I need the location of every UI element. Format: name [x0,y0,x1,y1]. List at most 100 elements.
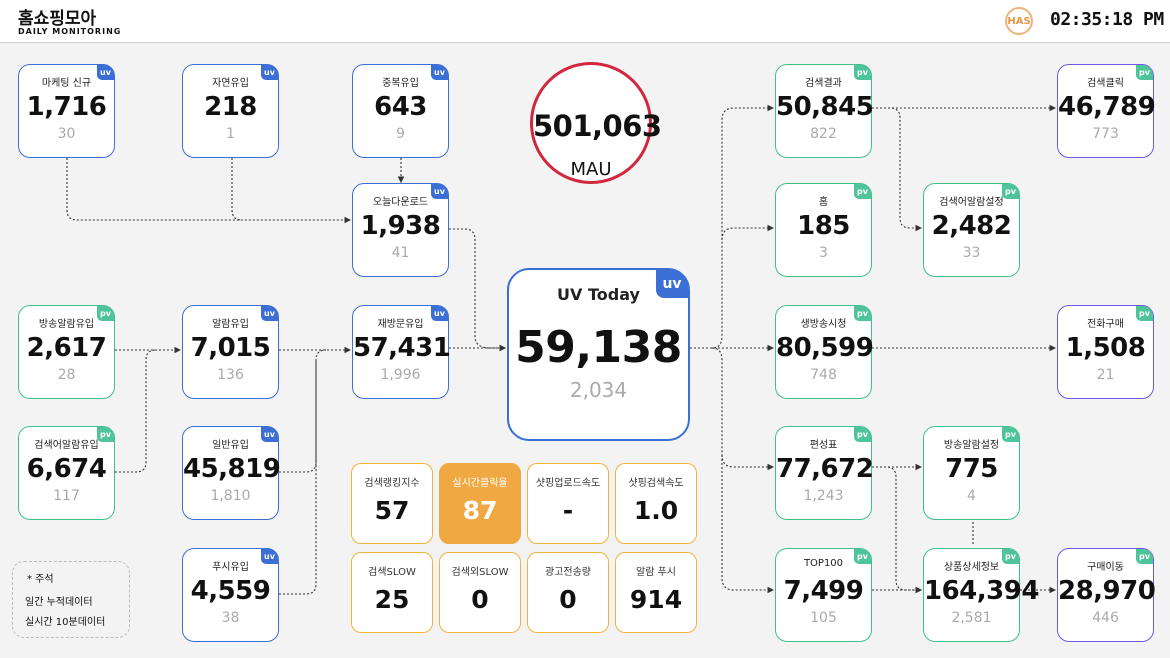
node-value: 45,819 [183,454,281,484]
connector [115,349,157,473]
notes-line-realtime: 실시간 10분데이터 [25,617,106,628]
node-label: 검색어알람설정 [939,197,1004,208]
node-value: 80,599 [776,333,874,363]
notes-legend: * 주석 일간 누적데이터 실시간 10분데이터 [12,561,130,638]
metric-value: 1.0 [633,496,679,525]
node-label: UV Today [557,285,640,304]
node-label: 마케팅 신규 [41,78,92,89]
node-broadcast-alarm-in[interactable]: pv 방송알람유입 2,617 28 [18,305,115,399]
node-sub: 773 [1092,126,1119,142]
node-label: 방송알람유입 [38,319,95,330]
node-label: 검색어알람유입 [34,440,99,451]
node-search-alarm-in[interactable]: pv 검색어알람유입 6,674 117 [18,426,115,520]
node-sub: 105 [810,610,837,626]
node-label: 알람유입 [212,319,249,330]
node-home[interactable]: pv 홈 185 3 [775,183,872,277]
node-general-in[interactable]: uv 일반유입 45,819 1,810 [182,426,281,520]
node-sub: 2,581 [951,610,992,626]
node-label: 검색클릭 [1087,78,1124,89]
node-search-result[interactable]: pv 검색결과 50,845 822 [775,64,874,158]
node-revisit[interactable]: uv 재방문유입 57,431 1,996 [352,305,451,399]
node-sub: 748 [810,367,837,383]
node-sub: 136 [217,367,244,383]
node-value: 77,672 [776,454,874,484]
metric-shotping-search-speed[interactable]: 샷핑검색속도 1.0 [615,463,697,544]
metric-value: - [562,496,574,525]
node-label: 방송알람설정 [943,440,1000,451]
node-push-in[interactable]: uv 푸시유입 4,559 38 [182,548,279,642]
metric-non-search-slow[interactable]: 검색외SLOW 0 [439,552,521,633]
node-value: 2,482 [931,211,1012,241]
node-value: 2,617 [26,333,107,363]
connector [279,349,327,473]
node-sub: 9 [396,126,405,142]
metric-label: 검색SLOW [368,567,416,578]
node-marketing-new[interactable]: uv 마케팅 신규 1,716 30 [18,64,115,158]
connector [721,455,775,594]
connector [279,360,317,595]
node-uv-today[interactable]: uv UV Today 59,138 2,034 [507,268,690,441]
node-sub: 2,034 [569,378,628,402]
node-product-detail[interactable]: pv 상품상세정보 164,394 2,581 [923,548,1039,642]
node-label: 오늘다운로드 [372,197,429,208]
node-value: 643 [374,92,427,122]
node-alarm-in[interactable]: uv 알람유입 7,015 136 [182,305,279,399]
mau-label: MAU [570,159,612,180]
connector [872,466,923,594]
node-search-click[interactable]: pv 검색클릭 46,789 773 [1057,64,1156,158]
node-label: 자연유입 [212,78,249,89]
node-sub: 3 [819,245,828,261]
notes-title: * 주석 [27,574,54,585]
metric-label: 알람 푸시 [636,567,676,578]
metric-value: 0 [559,585,577,614]
metric-shotping-upload-speed[interactable]: 샷핑업로드속도 - [527,463,609,544]
node-value: 1,938 [360,211,441,241]
node-label: 상품상세정보 [943,562,1000,573]
node-sub: 446 [1092,610,1119,626]
node-label: 검색결과 [805,78,842,89]
node-organic[interactable]: uv 자연유입 218 1 [182,64,279,158]
metric-realtime-ctr[interactable]: 실시간클릭율 87 [439,463,521,544]
metric-ad-transfer[interactable]: 광고전송량 0 [527,552,609,633]
node-live-view[interactable]: pv 생방송시청 80,599 748 [775,305,874,399]
node-label: TOP100 [803,558,844,569]
node-value: 1,508 [1065,333,1146,363]
node-top100[interactable]: pv TOP100 7,499 105 [775,548,872,642]
node-today-download[interactable]: uv 오늘다운로드 1,938 41 [352,183,449,277]
node-value: 775 [945,454,998,484]
node-value: 218 [204,92,257,122]
metric-value: 87 [462,496,498,525]
node-sub: 1,810 [210,488,251,504]
node-value: 57,431 [353,333,451,363]
metric-alarm-push[interactable]: 알람 푸시 914 [615,552,697,633]
node-label: 홈 [818,197,829,208]
node-label: 일반유입 [212,440,249,451]
node-value: 1,716 [26,92,107,122]
metric-value: 25 [374,585,410,614]
node-value: 28,970 [1058,576,1156,606]
metric-search-slow[interactable]: 검색SLOW 25 [351,552,433,633]
node-value: 185 [797,211,850,241]
node-phone-purchase[interactable]: pv 전화구매 1,508 21 [1057,305,1154,399]
node-sub: 1,243 [803,488,844,504]
metric-label: 샷핑검색속도 [628,478,684,489]
node-sub: 28 [57,367,76,383]
node-sub: 33 [962,245,981,261]
node-sub: 30 [57,126,76,142]
connector [231,158,243,221]
connector [872,107,923,232]
node-duplicate[interactable]: uv 중복유입 643 9 [352,64,449,158]
mau-value: 501,063 [533,109,662,143]
node-search-alarm-set[interactable]: pv 검색어알람설정 2,482 33 [923,183,1020,277]
metric-search-ranking[interactable]: 검색랭킹지수 57 [351,463,433,544]
node-label: 편성표 [809,440,838,451]
metric-label: 광고전송량 [545,567,591,578]
node-value: 7,015 [190,333,271,363]
node-sub: 822 [810,126,837,142]
node-broadcast-alarm-set[interactable]: pv 방송알람설정 775 4 [923,426,1020,520]
node-schedule[interactable]: pv 편성표 77,672 1,243 [775,426,874,520]
node-purchase-move[interactable]: pv 구매이동 28,970 446 [1057,548,1156,642]
node-value: 50,845 [776,92,874,122]
connector [721,224,775,241]
node-sub: 21 [1096,367,1115,383]
